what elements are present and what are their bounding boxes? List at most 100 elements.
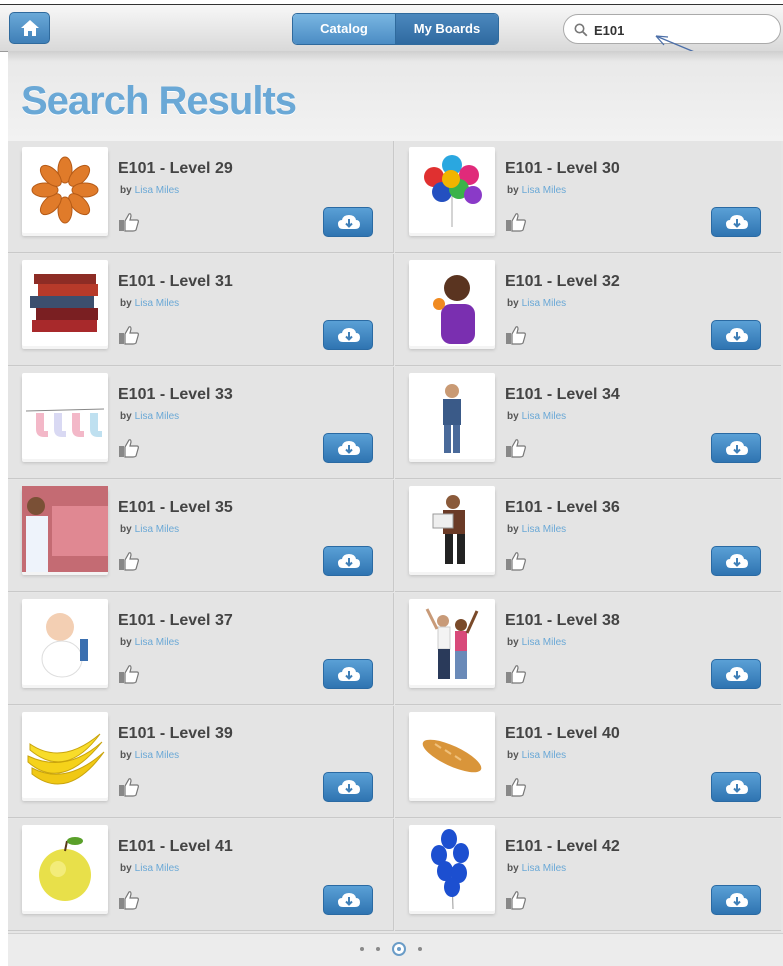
by-label: by <box>120 863 132 874</box>
board-thumbnail[interactable] <box>22 260 108 346</box>
board-title[interactable]: E101 - Level 35 <box>118 499 233 517</box>
board-byline: by Lisa Miles <box>120 524 179 535</box>
board-thumbnail[interactable] <box>22 599 108 685</box>
result-card[interactable]: E101 - Level 33 by Lisa Miles <box>8 367 394 479</box>
page-dot-active[interactable] <box>392 942 406 956</box>
author-link[interactable]: Lisa Miles <box>522 750 566 761</box>
author-link[interactable]: Lisa Miles <box>522 298 566 309</box>
thumbs-up-icon[interactable] <box>118 212 140 232</box>
board-title[interactable]: E101 - Level 37 <box>118 612 233 630</box>
author-link[interactable]: Lisa Miles <box>135 411 179 422</box>
board-title[interactable]: E101 - Level 29 <box>118 160 233 178</box>
author-link[interactable]: Lisa Miles <box>135 185 179 196</box>
download-button[interactable] <box>711 659 761 689</box>
result-card[interactable]: E101 - Level 35 by Lisa Miles <box>8 480 394 592</box>
thumbs-up-icon[interactable] <box>118 551 140 571</box>
download-button[interactable] <box>323 885 373 915</box>
board-title[interactable]: E101 - Level 41 <box>118 838 233 856</box>
tab-catalog[interactable]: Catalog <box>293 14 396 44</box>
board-title[interactable]: E101 - Level 31 <box>118 273 233 291</box>
page-title: Search Results <box>21 79 297 123</box>
home-button[interactable] <box>9 12 50 44</box>
download-button[interactable] <box>711 772 761 802</box>
thumbs-up-icon[interactable] <box>505 212 527 232</box>
page-dot[interactable] <box>418 947 422 951</box>
download-button[interactable] <box>323 546 373 576</box>
board-title[interactable]: E101 - Level 39 <box>118 725 233 743</box>
author-link[interactable]: Lisa Miles <box>522 637 566 648</box>
board-thumbnail[interactable] <box>409 486 495 572</box>
author-link[interactable]: Lisa Miles <box>135 524 179 535</box>
thumbs-up-icon[interactable] <box>118 438 140 458</box>
result-card[interactable]: E101 - Level 38 by Lisa Miles <box>395 593 781 705</box>
board-thumbnail[interactable] <box>409 825 495 911</box>
author-link[interactable]: Lisa Miles <box>522 863 566 874</box>
result-card[interactable]: E101 - Level 41 by Lisa Miles <box>8 819 394 931</box>
board-thumbnail[interactable] <box>22 147 108 233</box>
result-card[interactable]: E101 - Level 34 by Lisa Miles <box>395 367 781 479</box>
author-link[interactable]: Lisa Miles <box>135 863 179 874</box>
board-thumbnail[interactable] <box>409 373 495 459</box>
download-button[interactable] <box>711 546 761 576</box>
board-title[interactable]: E101 - Level 40 <box>505 725 620 743</box>
tab-my-boards[interactable]: My Boards <box>396 14 498 44</box>
result-card[interactable]: E101 - Level 32 by Lisa Miles <box>395 254 781 366</box>
board-title[interactable]: E101 - Level 30 <box>505 160 620 178</box>
board-title[interactable]: E101 - Level 32 <box>505 273 620 291</box>
thumbs-up-icon[interactable] <box>118 890 140 910</box>
board-title[interactable]: E101 - Level 33 <box>118 386 233 404</box>
thumbs-up-icon[interactable] <box>505 438 527 458</box>
download-button[interactable] <box>323 320 373 350</box>
board-title[interactable]: E101 - Level 38 <box>505 612 620 630</box>
download-button[interactable] <box>711 207 761 237</box>
board-thumbnail[interactable] <box>22 373 108 459</box>
result-card[interactable]: E101 - Level 42 by Lisa Miles <box>395 819 781 931</box>
download-button[interactable] <box>711 320 761 350</box>
by-label: by <box>507 863 519 874</box>
download-button[interactable] <box>323 207 373 237</box>
board-title[interactable]: E101 - Level 36 <box>505 499 620 517</box>
author-link[interactable]: Lisa Miles <box>522 524 566 535</box>
result-card[interactable]: E101 - Level 37 by Lisa Miles <box>8 593 394 705</box>
board-title[interactable]: E101 - Level 34 <box>505 386 620 404</box>
board-thumbnail[interactable] <box>22 712 108 798</box>
download-button[interactable] <box>711 433 761 463</box>
result-card[interactable]: E101 - Level 39 by Lisa Miles <box>8 706 394 818</box>
board-thumbnail[interactable] <box>409 260 495 346</box>
thumbs-up-icon[interactable] <box>118 325 140 345</box>
by-label: by <box>120 411 132 422</box>
author-link[interactable]: Lisa Miles <box>135 298 179 309</box>
thumbs-up-icon[interactable] <box>505 664 527 684</box>
thumbs-up-icon[interactable] <box>118 777 140 797</box>
download-button[interactable] <box>323 659 373 689</box>
balloons-image <box>424 155 482 227</box>
board-title[interactable]: E101 - Level 42 <box>505 838 620 856</box>
board-thumbnail[interactable] <box>409 712 495 798</box>
result-card[interactable]: E101 - Level 30 by Lisa Miles <box>395 141 781 253</box>
thumbs-up-icon[interactable] <box>505 890 527 910</box>
author-link[interactable]: Lisa Miles <box>135 637 179 648</box>
thumbs-up-icon[interactable] <box>505 777 527 797</box>
board-thumbnail[interactable] <box>409 599 495 685</box>
result-card[interactable]: E101 - Level 31 by Lisa Miles <box>8 254 394 366</box>
thumbs-up-icon[interactable] <box>118 664 140 684</box>
download-button[interactable] <box>323 433 373 463</box>
author-link[interactable]: Lisa Miles <box>522 411 566 422</box>
result-card[interactable]: E101 - Level 40 by Lisa Miles <box>395 706 781 818</box>
download-button[interactable] <box>323 772 373 802</box>
board-byline: by Lisa Miles <box>120 185 179 196</box>
result-card[interactable]: E101 - Level 36 by Lisa Miles <box>395 480 781 592</box>
author-link[interactable]: Lisa Miles <box>135 750 179 761</box>
page-dot[interactable] <box>360 947 364 951</box>
board-thumbnail[interactable] <box>22 825 108 911</box>
thumbs-up-icon[interactable] <box>505 551 527 571</box>
download-button[interactable] <box>711 885 761 915</box>
view-segmented-control: Catalog My Boards <box>292 13 499 45</box>
board-thumbnail[interactable] <box>409 147 495 233</box>
author-link[interactable]: Lisa Miles <box>522 185 566 196</box>
result-card[interactable]: E101 - Level 29 by Lisa Miles <box>8 141 394 253</box>
thumbs-up-icon[interactable] <box>505 325 527 345</box>
page-dot[interactable] <box>376 947 380 951</box>
board-thumbnail[interactable] <box>22 486 108 572</box>
cloud-download-icon <box>338 441 360 455</box>
